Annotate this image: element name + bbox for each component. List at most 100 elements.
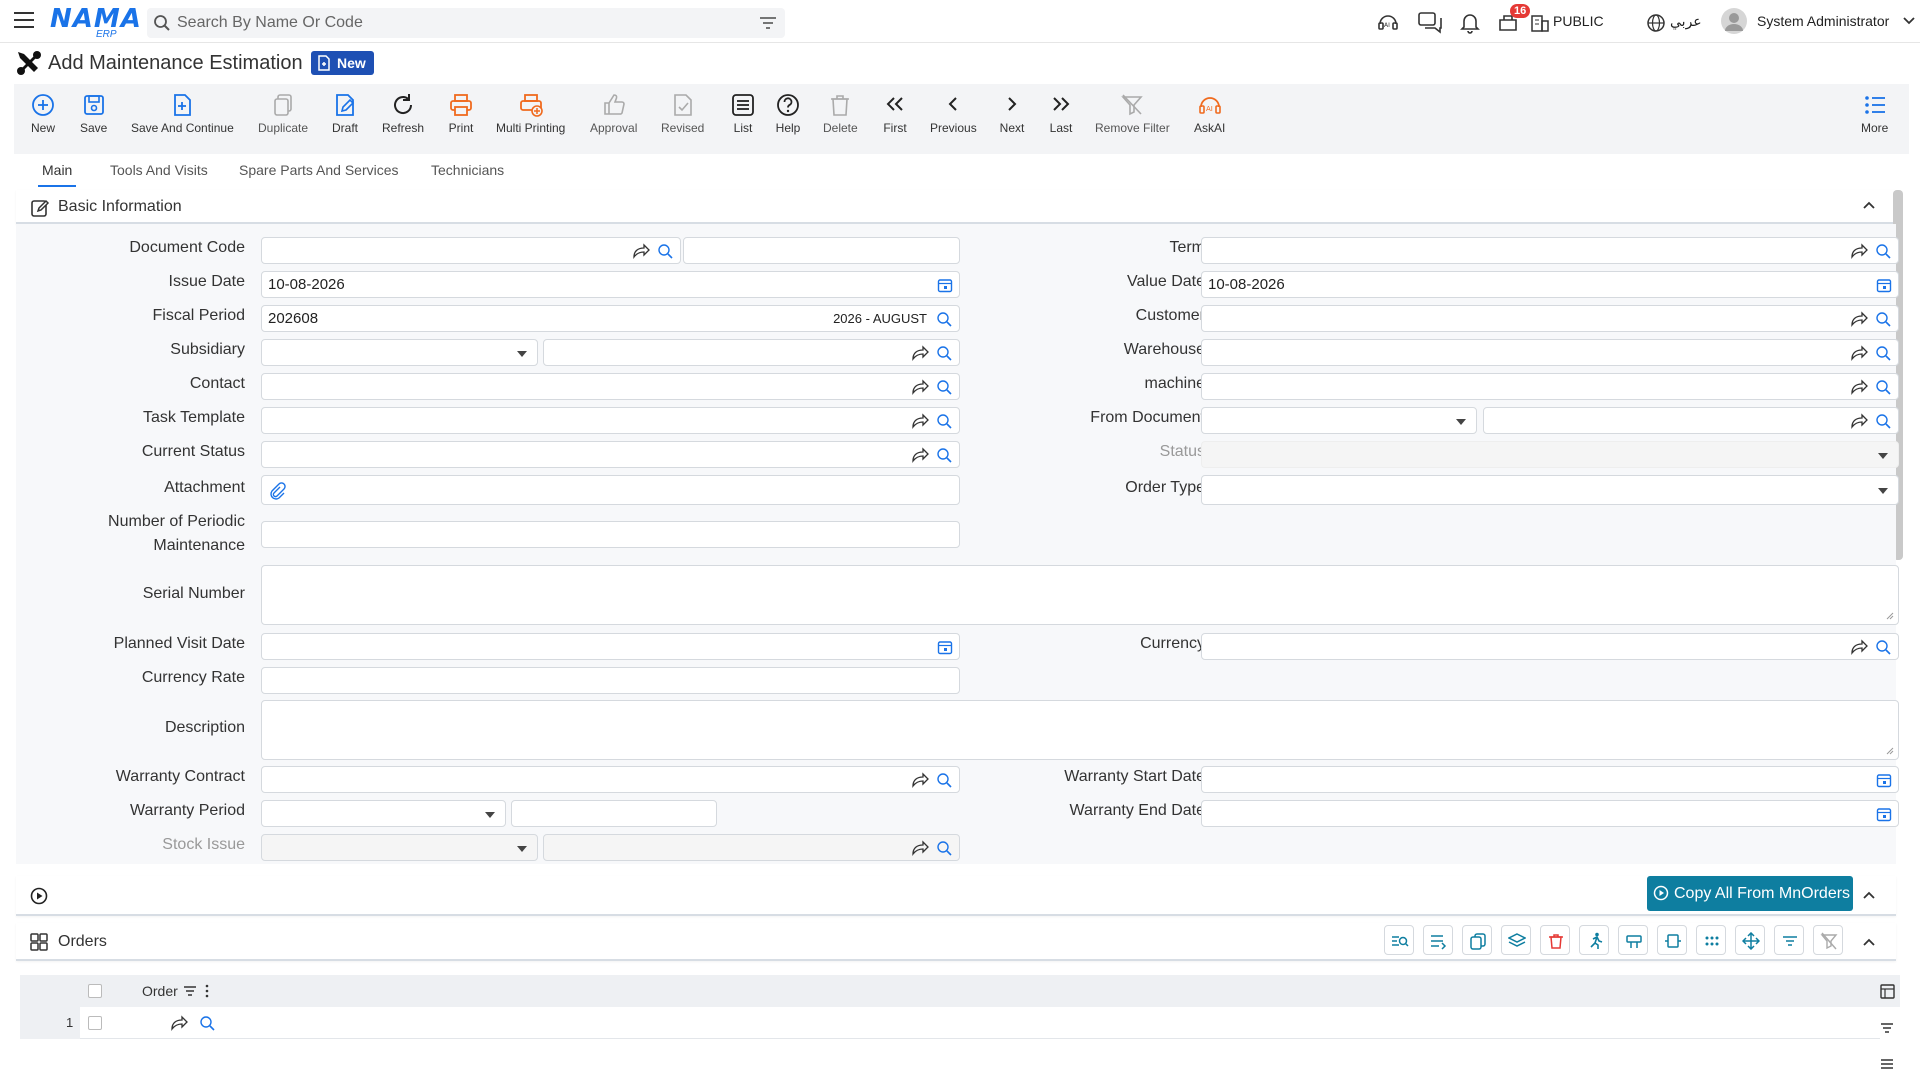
duplicate-button[interactable]: Duplicate [258, 92, 308, 135]
issue-date-input[interactable]: 10-08-2026 [261, 271, 960, 298]
row-checkbox[interactable] [88, 1016, 102, 1030]
resize-handle-icon[interactable] [1886, 747, 1894, 755]
copy-all-from-mnorders-button[interactable]: Copy All From MnOrders [1647, 876, 1853, 911]
document-code-input[interactable] [261, 237, 681, 264]
refresh-button[interactable]: Refresh [382, 92, 424, 135]
column-menu-icon[interactable] [205, 984, 209, 998]
tab-main[interactable]: Main [37, 162, 77, 187]
value-date-input[interactable]: 10-08-2026 [1201, 271, 1899, 298]
search-refresh-icon[interactable] [656, 243, 674, 259]
grid-columns-button[interactable] [1618, 925, 1648, 955]
search-refresh-icon[interactable] [935, 413, 953, 429]
search-refresh-icon[interactable] [935, 447, 953, 463]
from-document-lookup-input[interactable] [1483, 407, 1899, 434]
search-refresh-icon[interactable] [1874, 413, 1892, 429]
grid-menu-icon[interactable] [1880, 1058, 1894, 1070]
link-arrow-icon[interactable] [1850, 413, 1868, 429]
link-arrow-icon[interactable] [632, 243, 650, 259]
column-filter-icon[interactable] [183, 985, 197, 997]
list-button[interactable]: List [730, 92, 756, 135]
orders-header[interactable]: Orders [16, 923, 1896, 961]
search-refresh-icon[interactable] [1874, 243, 1892, 259]
subsidiary-lookup-input[interactable] [543, 339, 960, 366]
calendar-icon[interactable] [1876, 806, 1892, 822]
link-arrow-icon[interactable] [911, 413, 929, 429]
remove-filter-button[interactable]: Remove Filter [1095, 92, 1170, 135]
avatar[interactable] [1721, 8, 1747, 34]
table-settings-icon[interactable] [1880, 984, 1895, 999]
calendar-icon[interactable] [937, 277, 953, 293]
grid-layers-button[interactable] [1501, 925, 1531, 955]
fiscal-period-input[interactable]: 202608 2026 - AUGUST [261, 305, 960, 332]
order-type-select[interactable] [1201, 475, 1899, 505]
search-refresh-icon[interactable] [1874, 639, 1892, 655]
warranty-period-value-input[interactable] [511, 800, 717, 827]
chevron-up-icon[interactable] [1862, 200, 1876, 210]
stock-issue-select[interactable] [261, 834, 538, 861]
attachment-input[interactable] [261, 475, 960, 505]
select-all-checkbox[interactable] [88, 984, 102, 998]
planned-visit-date-input[interactable] [261, 633, 960, 660]
calendar-icon[interactable] [937, 639, 953, 655]
customer-input[interactable] [1201, 305, 1899, 332]
serial-number-textarea[interactable] [261, 565, 1899, 625]
help-button[interactable]: Help [775, 92, 801, 135]
multi-printing-button[interactable]: Multi Printing [496, 92, 565, 135]
print-button[interactable]: Print [448, 92, 474, 135]
user-name[interactable]: System Administrator [1757, 13, 1889, 29]
link-arrow-icon[interactable] [911, 379, 929, 395]
stock-issue-lookup-input[interactable] [543, 834, 960, 861]
inbox-notifications[interactable]: 16 [1496, 4, 1531, 38]
search-refresh-icon[interactable] [1874, 345, 1892, 361]
bell-icon[interactable] [1458, 10, 1482, 34]
more-button[interactable]: More [1861, 92, 1888, 135]
search-refresh-icon[interactable] [935, 311, 953, 327]
approval-button[interactable]: Approval [590, 92, 637, 135]
grid-add-row-button[interactable] [1423, 925, 1453, 955]
status-select[interactable] [1201, 441, 1899, 468]
revised-button[interactable]: Revised [661, 92, 704, 135]
link-arrow-icon[interactable] [911, 345, 929, 361]
warranty-contract-input[interactable] [261, 766, 960, 793]
basic-information-header[interactable]: Basic Information [16, 190, 1896, 224]
workspace-selector[interactable]: PUBLIC [1553, 13, 1604, 29]
currency-input[interactable] [1201, 633, 1899, 660]
grid-fit-width-button[interactable] [1657, 925, 1687, 955]
link-arrow-icon[interactable] [911, 840, 929, 856]
from-document-select[interactable] [1201, 407, 1477, 434]
warranty-end-date-input[interactable] [1201, 800, 1899, 827]
task-template-input[interactable] [261, 407, 960, 434]
document-code-name-input[interactable] [683, 237, 960, 264]
calendar-icon[interactable] [1876, 277, 1892, 293]
grid-filter-icon[interactable] [1880, 1022, 1894, 1034]
search-refresh-icon[interactable] [1874, 379, 1892, 395]
delete-button[interactable]: Delete [823, 92, 858, 135]
grid-filter-button[interactable] [1774, 925, 1804, 955]
paperclip-icon[interactable] [268, 482, 286, 500]
link-arrow-icon[interactable] [911, 772, 929, 788]
tab-technicians[interactable]: Technicians [431, 162, 504, 178]
grid-copy-button[interactable] [1462, 925, 1492, 955]
ai-support-icon[interactable]: AI [1376, 10, 1400, 34]
machine-input[interactable] [1201, 373, 1899, 400]
subsidiary-select[interactable] [261, 339, 538, 366]
warranty-period-select[interactable] [261, 800, 506, 827]
warranty-start-date-input[interactable] [1201, 766, 1899, 793]
search-refresh-icon[interactable] [935, 772, 953, 788]
last-button[interactable]: Last [1048, 92, 1074, 135]
new-button[interactable]: New [30, 92, 56, 135]
link-arrow-icon[interactable] [911, 447, 929, 463]
menu-icon[interactable] [14, 12, 34, 30]
filter-icon[interactable] [759, 15, 777, 31]
chat-icon[interactable] [1417, 10, 1443, 34]
grid-options-button[interactable] [1696, 925, 1726, 955]
search-refresh-icon[interactable] [935, 379, 953, 395]
link-arrow-icon[interactable] [1850, 639, 1868, 655]
next-button[interactable]: Next [999, 92, 1025, 135]
link-arrow-icon[interactable] [1850, 345, 1868, 361]
search-input[interactable] [177, 8, 737, 38]
logo[interactable]: NAMA ERP [50, 4, 142, 40]
play-circle-icon[interactable] [30, 887, 48, 905]
askai-button[interactable]: AI AskAI [1194, 92, 1225, 135]
calendar-icon[interactable] [1876, 772, 1892, 788]
